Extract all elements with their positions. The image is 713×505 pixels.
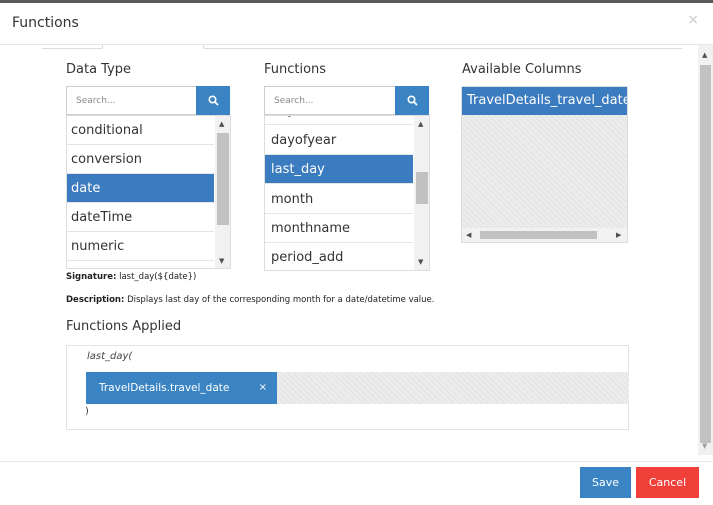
dialog-scroll-thumb[interactable] <box>700 65 711 443</box>
data-type-item-conditional[interactable]: conditional <box>67 116 214 145</box>
data-type-item-conversion[interactable]: conversion <box>67 145 214 174</box>
arrow-down-icon[interactable]: ▼ <box>418 258 423 266</box>
save-button[interactable]: Save <box>580 467 631 498</box>
data-type-search-input[interactable] <box>67 87 195 114</box>
signature-label: Signature: <box>66 272 117 282</box>
functions-applied-box: last_day( TravelDetails.travel_date × ) <box>66 345 629 430</box>
argument-chip[interactable]: TravelDetails.travel_date × <box>86 372 277 404</box>
argument-drop-area[interactable]: TravelDetails.travel_date × <box>86 372 629 404</box>
functions-scroll-thumb[interactable] <box>416 172 428 204</box>
function-item-last-day[interactable]: last_day <box>265 155 413 184</box>
data-type-item-datetime[interactable]: dateTime <box>67 203 214 232</box>
cancel-button[interactable]: Cancel <box>636 467 699 498</box>
arrow-up-icon[interactable]: ▲ <box>418 120 423 128</box>
functions-label: Functions <box>264 62 327 77</box>
column-item-travel-date[interactable]: TravelDetails_travel_date <box>462 87 627 115</box>
function-item-dayofyear[interactable]: dayofyear <box>265 126 413 155</box>
dialog-footer: Save Cancel <box>0 461 713 505</box>
signature-line: Signature: last_day(${date}) <box>66 272 196 282</box>
dialog-title: Functions <box>12 15 79 31</box>
arrow-left-icon[interactable]: ◀ <box>466 231 471 239</box>
function-item-monthname[interactable]: monthname <box>265 214 413 243</box>
description-label: Description: <box>66 295 125 305</box>
data-type-search <box>66 86 230 115</box>
data-type-list: conditional conversion date dateTime num… <box>66 115 231 269</box>
function-item-dayofweek[interactable]: dayofweek <box>265 116 413 125</box>
function-item-month[interactable]: month <box>265 185 413 214</box>
dialog-header: Functions × <box>0 3 713 45</box>
arrow-down-icon[interactable]: ▼ <box>219 257 224 265</box>
data-type-scrollbar[interactable]: ▲ ▼ <box>215 116 230 268</box>
available-columns-label: Available Columns <box>462 62 582 77</box>
functions-scrollbar[interactable]: ▲ ▼ <box>414 116 429 270</box>
argument-chip-label: TravelDetails.travel_date <box>99 382 230 394</box>
data-type-scroll-thumb[interactable] <box>217 133 229 225</box>
functions-search <box>264 86 429 115</box>
available-columns-scroll-thumb[interactable] <box>480 231 597 239</box>
close-icon[interactable]: × <box>259 372 267 404</box>
signature-value: last_day(${date}) <box>119 272 197 282</box>
arrow-up-icon[interactable]: ▲ <box>219 120 224 128</box>
data-type-item-numeric[interactable]: numeric <box>67 232 214 261</box>
functions-search-button[interactable] <box>395 86 429 115</box>
function-item-period-add[interactable]: period_add <box>265 243 413 270</box>
dialog-scrollbar[interactable]: ▲ ▼ <box>698 45 713 455</box>
data-type-search-button[interactable] <box>196 86 230 115</box>
function-close-text: ) <box>85 406 89 417</box>
data-type-item-date[interactable]: date <box>67 174 214 203</box>
search-icon <box>207 95 219 106</box>
active-tab[interactable] <box>102 45 204 49</box>
available-columns-hscroll[interactable]: ◀ ▶ <box>462 228 627 242</box>
functions-list: dayofweek dayofyear last_day month month… <box>264 115 430 271</box>
search-icon <box>406 95 418 106</box>
arrow-down-icon[interactable]: ▼ <box>702 442 707 450</box>
function-open-text: last_day( <box>87 351 133 362</box>
functions-search-input[interactable] <box>265 87 394 114</box>
functions-applied-label: Functions Applied <box>66 319 182 334</box>
arrow-right-icon[interactable]: ▶ <box>616 231 621 239</box>
available-columns-list: TravelDetails_travel_date ◀ ▶ <box>461 86 628 243</box>
tab-strip <box>42 45 682 49</box>
description-line: Description: Displays last day of the co… <box>66 295 435 305</box>
data-type-label: Data Type <box>66 62 132 77</box>
description-value: Displays last day of the corresponding m… <box>127 295 435 305</box>
arrow-up-icon[interactable]: ▲ <box>702 51 707 59</box>
close-icon[interactable]: × <box>687 12 699 28</box>
